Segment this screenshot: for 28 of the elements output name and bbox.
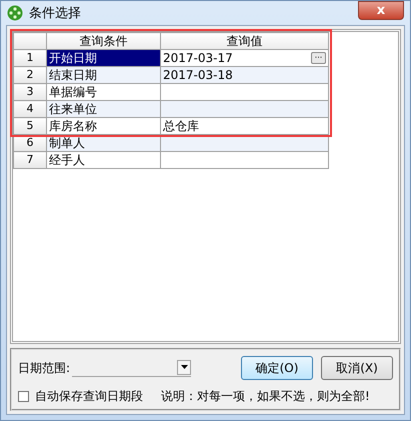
picker-button[interactable]: ··· [311, 52, 326, 64]
row-number: 1 [14, 50, 46, 66]
value-cell[interactable]: 2017-03-18 [160, 66, 328, 84]
row-number: 7 [14, 152, 46, 168]
window-title: 条件选择 [29, 5, 81, 22]
condition-cell[interactable]: 经手人 [46, 152, 160, 168]
ok-button[interactable]: 确定(O) [241, 356, 313, 380]
auto-save-label: 自动保存查询日期段 [35, 388, 143, 405]
value-cell[interactable]: 总仓库 [160, 118, 328, 134]
row-number: 2 [14, 66, 46, 84]
row-number: 3 [14, 84, 46, 100]
column-header[interactable]: 查询值 [160, 32, 328, 50]
date-range-dropdown[interactable] [72, 360, 192, 376]
column-header[interactable]: 查询条件 [46, 32, 160, 50]
dropdown-arrow-icon [180, 365, 188, 369]
condition-cell[interactable]: 开始日期 [46, 50, 160, 66]
condition-cell[interactable]: 库房名称 [46, 118, 160, 134]
app-icon [7, 5, 23, 21]
value-cell[interactable] [160, 100, 328, 118]
note-text: 说明：对每一项，如果不选，则为全部! [161, 388, 370, 405]
condition-cell[interactable]: 往来单位 [46, 100, 160, 118]
value-cell[interactable] [160, 152, 328, 168]
date-range-label: 日期范围: [18, 360, 70, 376]
condition-cell[interactable]: 结束日期 [46, 66, 160, 84]
auto-save-checkbox[interactable] [18, 391, 29, 402]
row-number: 5 [14, 118, 46, 134]
row-number: 4 [14, 100, 46, 118]
cancel-button[interactable]: 取消(X) [321, 356, 393, 380]
